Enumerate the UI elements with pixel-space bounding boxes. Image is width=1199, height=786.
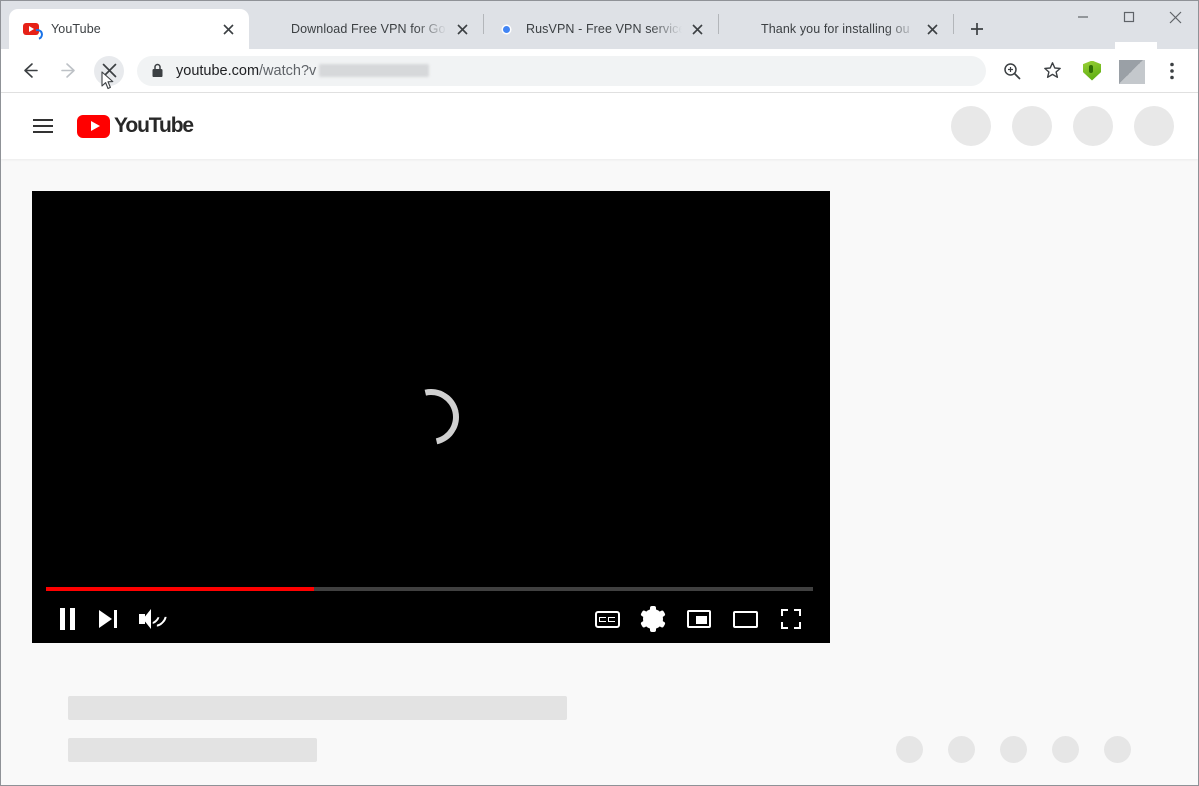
tab-title: RusVPN - Free VPN service [526, 22, 682, 36]
cc-icon [594, 610, 620, 628]
tab-youtube[interactable]: YouTube [9, 9, 249, 49]
tab-rusvpn[interactable]: RusVPN - Free VPN service [484, 9, 718, 49]
url-text: youtube.com/watch?v [176, 62, 430, 79]
tab-title: Download Free VPN for Go [291, 22, 446, 36]
minimize-button[interactable] [1060, 1, 1106, 33]
youtube-wordmark: YouTube [114, 114, 194, 137]
stop-loading-button[interactable] [94, 55, 124, 86]
fullscreen-button[interactable] [770, 598, 812, 640]
pause-button[interactable] [46, 598, 88, 640]
pause-icon [59, 608, 75, 630]
browser-toolbar: youtube.com/watch?v [1, 41, 1198, 93]
guide-menu-icon[interactable] [23, 106, 63, 146]
theater-mode-button[interactable] [724, 598, 766, 640]
action-placeholder-circle [948, 736, 975, 763]
youtube-masthead: YouTube [1, 93, 1198, 159]
url-path: /watch?v [259, 62, 317, 79]
video-actions-placeholder [896, 736, 1131, 763]
star-icon[interactable] [1037, 56, 1067, 86]
browser-window: YouTube Download Free VPN for Go RusVPN … [0, 0, 1199, 786]
maximize-button[interactable] [1106, 1, 1152, 33]
address-bar[interactable]: youtube.com/watch?v [137, 55, 986, 86]
video-progress-bar[interactable] [46, 587, 813, 591]
tab-close-icon[interactable] [451, 18, 473, 40]
action-placeholder-circle [1052, 736, 1079, 763]
tab-close-icon[interactable] [686, 18, 708, 40]
masthead-placeholder-circle [1012, 106, 1052, 146]
settings-button[interactable] [632, 598, 674, 640]
toolbar-right-actions [992, 41, 1192, 86]
green-shield-icon [263, 21, 280, 38]
zoom-magnifier-icon[interactable] [997, 56, 1027, 86]
player-right-controls [586, 598, 812, 640]
miniplayer-icon [687, 610, 711, 628]
loading-spinner [392, 378, 470, 456]
tab-divider [953, 14, 954, 34]
next-icon [99, 610, 119, 628]
tab-close-icon[interactable] [217, 18, 239, 40]
lock-icon [151, 63, 164, 78]
volume-icon [139, 608, 170, 630]
action-placeholder-circle [1104, 736, 1131, 763]
tab-close-icon[interactable] [921, 18, 943, 40]
back-button[interactable] [14, 56, 44, 86]
tab-thank-you[interactable]: Thank you for installing ou [719, 9, 953, 49]
player-controls [32, 595, 830, 643]
url-redacted-video-id [319, 64, 430, 77]
youtube-play-icon [77, 114, 110, 138]
video-meta-placeholder [68, 738, 317, 762]
masthead-placeholder-circle [1134, 106, 1174, 146]
profile-avatar-icon[interactable] [1115, 41, 1157, 84]
masthead-placeholder-circle [951, 106, 991, 146]
tab-title: Thank you for installing ou [761, 22, 910, 36]
url-host: youtube.com [176, 62, 260, 79]
action-placeholder-circle [1000, 736, 1027, 763]
volume-button[interactable] [130, 598, 172, 640]
tab-strip: YouTube Download Free VPN for Go RusVPN … [1, 1, 1198, 49]
masthead-placeholder-circle [1073, 106, 1113, 146]
masthead-placeholder-group [951, 106, 1174, 146]
video-player[interactable] [32, 191, 830, 643]
chrome-store-icon [498, 21, 515, 38]
tab-download-free-vpn[interactable]: Download Free VPN for Go [249, 9, 483, 49]
new-tab-button[interactable] [962, 14, 992, 44]
three-dot-menu-icon[interactable] [1157, 56, 1187, 86]
gear-icon [640, 606, 666, 632]
youtube-logo[interactable]: YouTube [77, 114, 194, 138]
youtube-favicon [23, 21, 45, 42]
fullscreen-icon [781, 609, 801, 629]
green-shield-icon [733, 21, 750, 38]
video-title-placeholder [68, 696, 567, 720]
window-controls [1060, 1, 1198, 33]
tab-title: YouTube [51, 22, 101, 36]
theater-icon [732, 610, 758, 628]
close-button[interactable] [1152, 1, 1198, 33]
forward-button[interactable] [54, 56, 84, 86]
action-placeholder-circle [896, 736, 923, 763]
next-video-button[interactable] [88, 598, 130, 640]
miniplayer-button[interactable] [678, 598, 720, 640]
youtube-page: YouTube [1, 93, 1198, 785]
progress-played [46, 587, 315, 591]
green-shield-extension-icon[interactable] [1077, 56, 1107, 86]
subtitles-button[interactable] [586, 598, 628, 640]
